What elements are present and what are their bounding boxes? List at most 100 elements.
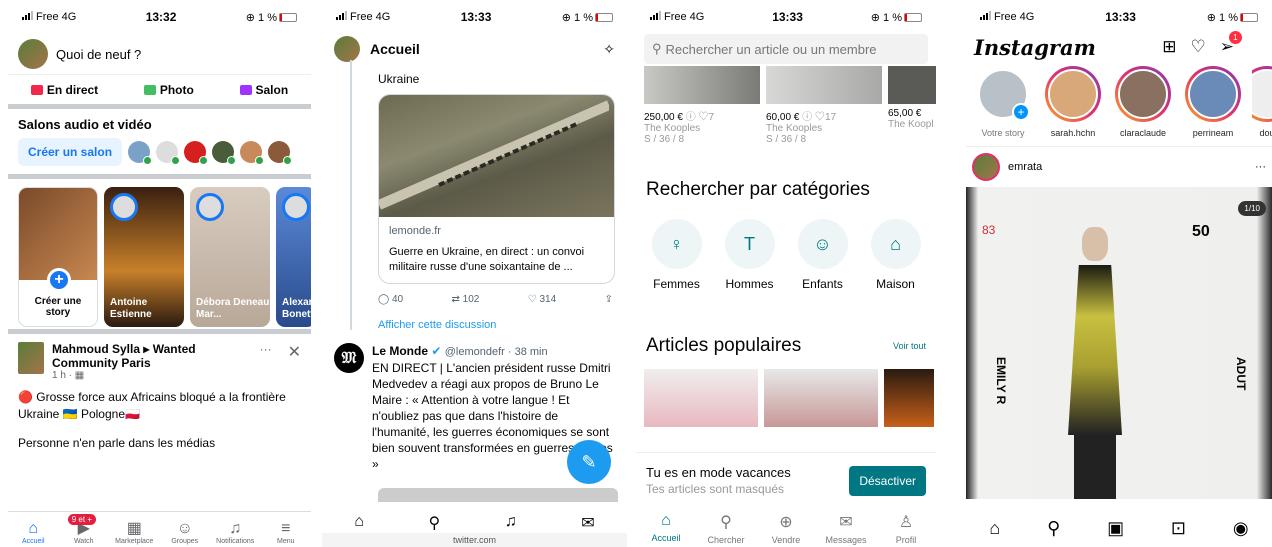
bottom-tab-bar: ⌂ Accueil 9 et + ▶ Watch ▦ Marketplace ☺ Grou… [8,511,311,547]
context-text: Ukraine [378,72,420,86]
carrier: Free 4G [664,11,705,23]
popular-item[interactable] [884,369,934,427]
story-item[interactable]: + Votre story [972,66,1034,138]
mail-icon: ✉ [839,514,853,531]
popular-item[interactable] [644,369,758,427]
battery-icon [279,13,297,23]
reply-button[interactable]: ◯ 40 [378,294,403,305]
link-card[interactable]: lemonde.fr Guerre en Ukraine, en direct … [378,94,615,284]
shop-icon[interactable]: ⊡ [1171,518,1186,539]
room-avatar[interactable] [240,141,265,165]
story-card[interactable]: Antoine Estienne [104,187,184,327]
vacation-banner: Tu es en mode vacances Tes articles sont … [636,452,936,508]
room-avatar[interactable] [156,141,181,165]
show-thread-link[interactable]: Afficher cette discussion [322,305,627,335]
more-icon[interactable]: ··· [260,342,272,381]
room-avatar[interactable] [128,141,153,165]
tab-search[interactable]: ⚲ Chercher [698,512,754,545]
search-input[interactable]: ⚲ Rechercher un article ou un membre [644,34,928,64]
story-item[interactable]: claraclaude [1112,66,1174,138]
category-kids[interactable]: ☺ Enfants [797,219,848,291]
room-avatar[interactable] [268,141,293,165]
home-icon[interactable]: ⌂ [989,518,1000,539]
clock: 13:33 [772,10,803,24]
tab-marketplace[interactable]: ▦ Marketplace [110,520,158,545]
facebook-panel: Free 4G 13:32 ⊕ 1 % Quoi de neuf ? En di… [8,0,311,547]
category-men[interactable]: T Hommes [724,219,775,291]
more-icon[interactable]: ··· [1255,161,1266,173]
battery-percent: 1 % [258,11,277,24]
popular-item[interactable] [764,369,878,427]
post-image[interactable]: 1/10 83 50 EMILY R ADUT [966,187,1272,499]
tab-groups[interactable]: ☺ Groupes [161,520,209,545]
composer-placeholder[interactable]: Quoi de neuf ? [56,47,141,62]
bell-icon[interactable]: ♫ [505,513,517,533]
tab-home[interactable]: ⌂ Accueil [9,520,57,545]
clock: 13:33 [1105,10,1136,24]
see-all-link[interactable]: Voir tout [893,341,926,351]
heart-icon[interactable]: ♡ [1191,37,1206,57]
product-card[interactable]: 250,00 € ⓘ ♡7 The Kooples S / 36 / 8 [644,66,760,145]
tab-home[interactable]: ⌂ Accueil [638,512,694,545]
sparkle-icon[interactable]: ✧ [603,41,615,58]
globe-icon: ▦ [74,370,85,381]
share-icon[interactable]: ⇪ [605,294,613,305]
product-card[interactable]: 65,00 € The Koopl [888,66,936,145]
avatar[interactable] [972,153,1000,181]
story-item[interactable]: perrineam [1182,66,1244,138]
create-story-card[interactable]: + Créer une story [18,187,98,327]
avatar[interactable] [334,36,360,62]
composer[interactable]: Quoi de neuf ? [8,34,311,74]
post-author[interactable]: Mahmoud Sylla [52,342,140,356]
like-button[interactable]: ♡ 314 [528,294,556,305]
product-brand: The Kooples [766,123,823,134]
search-placeholder: Rechercher un article ou un membre [665,41,877,57]
avatar[interactable] [18,342,44,374]
tab-messages[interactable]: ✉ Messages [818,512,874,545]
category-women[interactable]: ♀ Femmes [651,219,702,291]
search-icon[interactable]: ⚲ [1047,518,1060,539]
new-post-icon[interactable]: ⊞ [1162,37,1176,57]
story-card[interactable]: Débora Deneau Mar... [190,187,270,327]
story-item[interactable]: sarah.hchn [1042,66,1104,138]
direct-message-icon[interactable]: ➢ 1 [1220,31,1242,57]
tab-menu[interactable]: ≡ Menu [262,520,310,545]
category-home[interactable]: ⌂ Maison [870,219,921,291]
search-icon[interactable]: ⚲ [428,513,440,533]
tab-watch[interactable]: 9 et + ▶ Watch [60,514,108,545]
room-avatar[interactable] [184,141,209,165]
story-card[interactable]: Alexan Bonett [276,187,311,327]
story-name: perrineam [1192,128,1234,138]
profile-icon[interactable]: ◉ [1233,518,1249,539]
bottom-tab-bar: ⌂ ⚲ ♫ ✉ [322,513,627,533]
mail-icon[interactable]: ✉ [581,513,594,533]
composer-actions: En direct Photo Salon [8,74,311,104]
tab-profile[interactable]: ♙ Profil [878,512,934,545]
post-username[interactable]: emrata [1008,161,1247,173]
tweet-author[interactable]: Le Monde [372,344,428,358]
compose-button[interactable]: ✎ [567,440,611,484]
carrier: Free 4G [994,11,1035,23]
url-bar[interactable]: twitter.com [322,533,627,547]
room-avatar[interactable] [212,141,237,165]
header: Accueil ✧ [322,34,627,64]
close-icon[interactable]: ✕ [288,342,301,381]
story-name: claraclaude [1119,128,1167,138]
create-room-button[interactable]: Créer un salon [18,138,123,166]
room-button[interactable]: Salon [239,83,288,97]
story-item[interactable]: dou [1252,66,1272,138]
instagram-logo[interactable]: Instagram [974,35,1096,60]
retweet-button[interactable]: ⇄ 102 [452,294,480,305]
battery-icon [1240,13,1258,23]
clock: 13:33 [460,10,492,24]
product-card[interactable]: 60,00 € ⓘ ♡17 The Kooples S / 36 / 8 [766,66,882,145]
deactivate-button[interactable]: Désactiver [849,465,926,496]
live-button[interactable]: En direct [30,83,98,97]
reels-icon[interactable]: ▣ [1107,518,1124,539]
menu-icon: ≡ [281,520,291,537]
photo-button[interactable]: Photo [143,83,194,97]
tab-sell[interactable]: ⊕ Vendre [758,512,814,545]
home-icon[interactable]: ⌂ [354,513,364,533]
women-icon: ♀ [651,219,702,269]
tab-notifications[interactable]: ♫ Notifications [211,520,259,545]
